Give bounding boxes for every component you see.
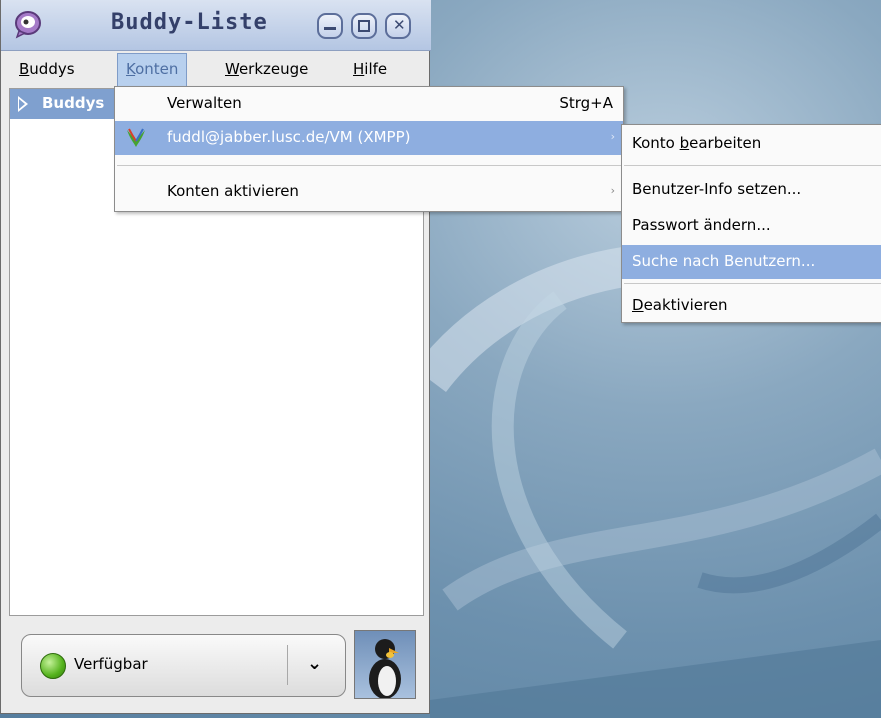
menu-item-passwort-aendern[interactable]: Passwort ändern...	[622, 209, 881, 243]
close-icon: ✕	[393, 16, 406, 34]
menu-separator	[624, 283, 881, 284]
status-label: Verfügbar	[74, 655, 148, 673]
xmpp-icon	[127, 128, 145, 147]
menu-item-deaktivieren[interactable]: Deaktivieren	[622, 289, 881, 323]
maximize-icon	[358, 20, 370, 32]
title-bar[interactable]: Buddy-Liste ✕	[1, 0, 431, 51]
menu-separator	[117, 165, 621, 166]
window-title: Buddy-Liste	[111, 10, 268, 35]
status-divider	[287, 645, 288, 685]
minimize-icon	[324, 20, 336, 30]
group-label: Buddys	[42, 94, 105, 112]
available-status-icon	[40, 653, 66, 679]
verwalten-label: Verwalten	[167, 94, 242, 112]
menu-hilfe[interactable]: Hilfe	[345, 57, 395, 83]
submenu-arrow-icon: ›	[610, 184, 615, 197]
expand-arrow-icon[interactable]	[18, 96, 28, 112]
status-selector[interactable]: Verfügbar ⌄	[21, 634, 346, 697]
verwalten-shortcut: Strg+A	[559, 94, 613, 112]
maximize-button[interactable]	[351, 13, 377, 39]
menu-item-account[interactable]: fuddl@jabber.lusc.de/VM (XMPP) ›	[115, 121, 623, 155]
pidgin-app-icon[interactable]	[13, 9, 43, 39]
passwort-aendern-label: Passwort ändern...	[632, 216, 771, 234]
account-submenu: Konto bearbeiten Benutzer-Info setzen...…	[621, 124, 881, 323]
menu-item-verwalten[interactable]: Verwalten Strg+A	[115, 87, 623, 121]
status-area: Verfügbar ⌄	[9, 625, 424, 711]
chevron-down-icon[interactable]: ⌄	[307, 653, 322, 674]
menu-item-konto-bearbeiten[interactable]: Konto bearbeiten	[622, 127, 881, 161]
suche-benutzer-label: Suche nach Benutzern...	[632, 252, 816, 270]
minimize-button[interactable]	[317, 13, 343, 39]
menu-konten[interactable]: Konten	[117, 53, 188, 86]
menu-werkzeuge[interactable]: Werkzeuge	[217, 57, 316, 83]
menu-separator	[624, 165, 881, 166]
avatar[interactable]	[354, 630, 416, 699]
menu-buddys[interactable]: Buddys	[11, 57, 83, 83]
konten-menu: Verwalten Strg+A fuddl@jabber.lusc.de/VM…	[114, 86, 624, 212]
benutzer-info-label: Benutzer-Info setzen...	[632, 180, 802, 198]
menu-item-benutzer-info[interactable]: Benutzer-Info setzen...	[622, 173, 881, 207]
penguin-icon	[369, 639, 401, 698]
konten-aktivieren-label: Konten aktivieren	[167, 182, 299, 200]
account-label: fuddl@jabber.lusc.de/VM (XMPP)	[167, 128, 411, 146]
deaktivieren-label: Deaktivieren	[632, 296, 728, 314]
close-button[interactable]: ✕	[385, 13, 411, 39]
menu-bar: Buddys Konten Werkzeuge Hilfe	[1, 51, 429, 87]
menu-item-suche-benutzer[interactable]: Suche nach Benutzern...	[622, 245, 881, 279]
konto-bearbeiten-label: Konto bearbeiten	[632, 134, 762, 152]
submenu-arrow-icon: ›	[610, 130, 615, 143]
menu-item-konten-aktivieren[interactable]: Konten aktivieren ›	[115, 175, 623, 209]
